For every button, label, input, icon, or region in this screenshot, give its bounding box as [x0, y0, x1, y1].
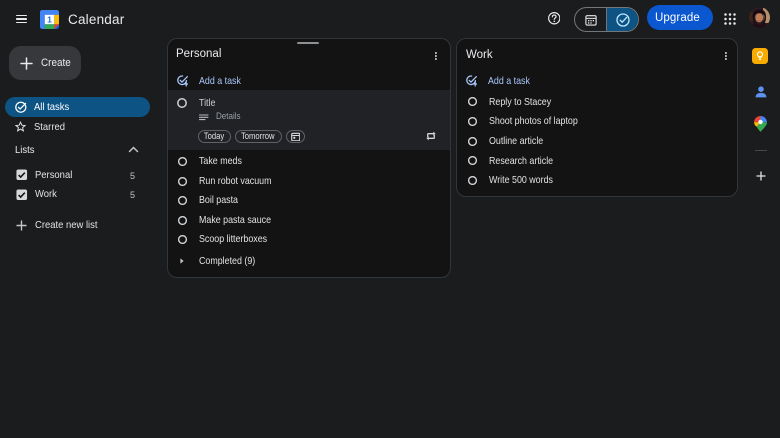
svg-text:1: 1 [47, 14, 52, 24]
